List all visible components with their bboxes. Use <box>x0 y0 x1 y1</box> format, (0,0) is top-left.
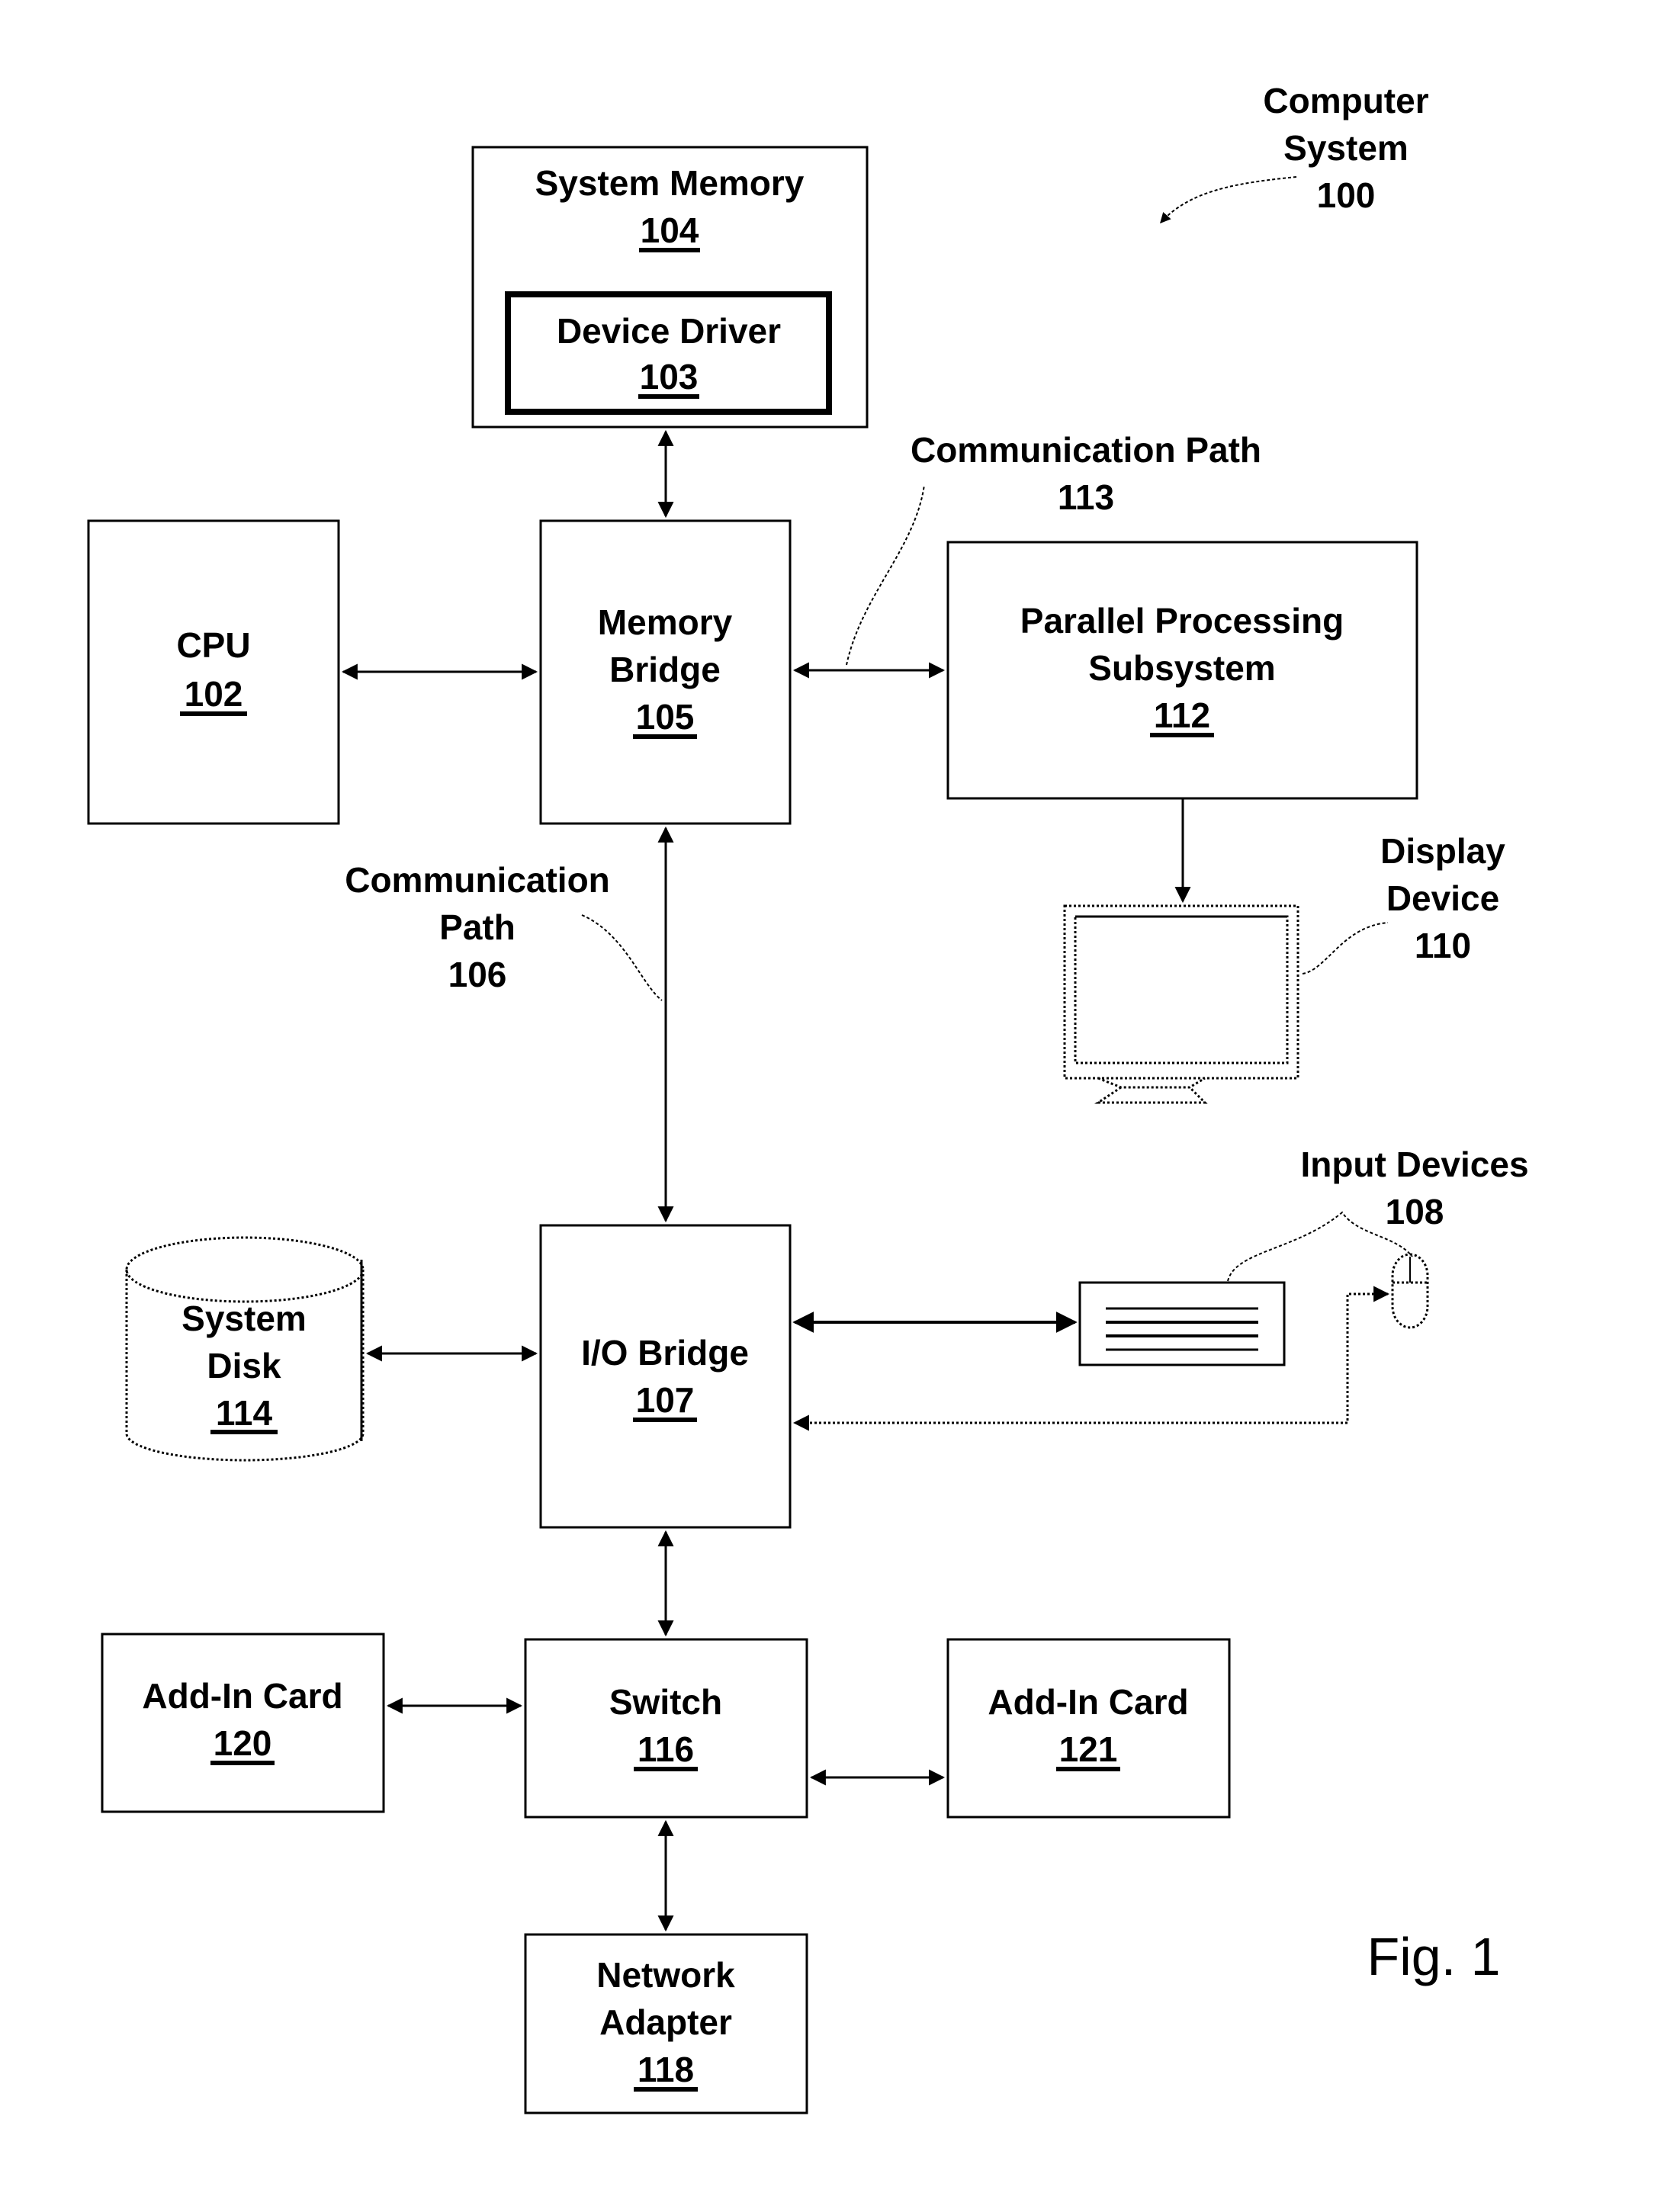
system-disk-top <box>125 1236 365 1303</box>
system-disk-block[interactable]: System Disk 114 <box>125 1236 365 1462</box>
parallel-processing-ref: 112 <box>1154 695 1210 735</box>
io-bridge-box <box>539 1224 792 1529</box>
network-adapter-line-1: Network <box>596 1955 735 1995</box>
display-device-ref: 110 <box>1415 926 1471 965</box>
network-adapter-line-2: Adapter <box>599 2002 732 2042</box>
system-memory-title: System Memory <box>535 163 805 203</box>
system-memory-ref: 104 <box>641 210 699 250</box>
communication-path-106-ref: 106 <box>448 955 507 994</box>
input-devices-ref: 108 <box>1386 1192 1444 1231</box>
communication-path-113-leader <box>846 484 925 666</box>
communication-path-113-ref: 113 <box>1058 477 1114 517</box>
memory-bridge-line-2: Bridge <box>609 650 721 689</box>
add-in-card-120-ref: 120 <box>214 1723 272 1763</box>
keyboard-icon[interactable] <box>1078 1281 1286 1366</box>
parallel-processing-line-1: Parallel Processing <box>1020 601 1344 641</box>
switch-block[interactable]: Switch 116 <box>524 1638 808 1819</box>
computer-system-leader <box>1160 176 1297 224</box>
input-devices-label: Input Devices 108 <box>1300 1145 1528 1231</box>
display-device-line-1: Display <box>1380 831 1505 871</box>
communication-path-113-title: Communication Path <box>911 430 1261 470</box>
communication-path-106-leader <box>581 914 663 1001</box>
computer-system-label: Computer System 100 <box>1160 81 1429 224</box>
system-disk-ref: 114 <box>216 1393 273 1433</box>
monitor-bezel <box>1063 904 1299 1080</box>
system-disk-line-1: System <box>181 1299 307 1338</box>
network-adapter-block[interactable]: Network Adapter 118 <box>524 1933 808 2114</box>
io-bridge-block[interactable]: I/O Bridge 107 <box>539 1224 792 1529</box>
memory-bridge-line-1: Memory <box>598 602 733 642</box>
io-bridge-ref: 107 <box>636 1380 695 1420</box>
monitor-screen <box>1074 915 1289 1064</box>
add-in-card-120-block[interactable]: Add-In Card 120 <box>101 1633 385 1813</box>
cpu-block[interactable]: CPU 102 <box>87 519 340 825</box>
add-in-card-121-box <box>946 1638 1231 1819</box>
mouse-icon[interactable] <box>1391 1253 1429 1329</box>
add-in-card-121-block[interactable]: Add-In Card 121 <box>946 1638 1231 1819</box>
cpu-box <box>87 519 340 825</box>
computer-system-line-1: Computer <box>1263 81 1428 120</box>
display-device-leader <box>1302 922 1389 974</box>
parallel-processing-line-2: Subsystem <box>1088 648 1275 688</box>
computer-system-ref: 100 <box>1317 175 1376 215</box>
io-bridge-title: I/O Bridge <box>581 1333 749 1373</box>
device-driver-ref: 103 <box>640 357 699 397</box>
switch-box <box>524 1638 808 1819</box>
device-driver-title: Device Driver <box>557 311 781 351</box>
switch-title: Switch <box>609 1682 722 1722</box>
communication-path-113-label: Communication Path 113 <box>911 430 1261 517</box>
input-devices-title: Input Devices <box>1300 1145 1528 1184</box>
add-in-card-121-title: Add-In Card <box>988 1682 1188 1722</box>
display-device-label: Display Device 110 <box>1380 831 1505 965</box>
monitor-icon[interactable] <box>1063 904 1299 1104</box>
computer-system-diagram: Computer System 100 System Memory 104 De… <box>87 81 1529 2114</box>
memory-bridge-ref: 105 <box>636 697 695 737</box>
system-disk-line-2: Disk <box>207 1346 281 1385</box>
computer-system-line-2: System <box>1283 128 1409 168</box>
network-adapter-ref: 118 <box>638 2050 694 2089</box>
cpu-title: CPU <box>176 625 250 665</box>
communication-path-106-line-2: Path <box>439 907 516 947</box>
communication-path-106-label: Communication Path 106 <box>345 860 610 994</box>
add-in-card-121-ref: 121 <box>1059 1729 1118 1769</box>
memory-bridge-block[interactable]: Memory Bridge 105 <box>539 519 792 825</box>
device-driver-block[interactable]: Device Driver 103 <box>505 291 832 415</box>
display-device-line-2: Device <box>1386 878 1499 918</box>
add-in-card-120-title: Add-In Card <box>142 1676 342 1716</box>
figure-caption: Fig. 1 <box>1367 1927 1500 1986</box>
cpu-ref: 102 <box>185 674 243 714</box>
monitor-stand <box>1094 1077 1208 1104</box>
parallel-processing-block[interactable]: Parallel Processing Subsystem 112 <box>946 541 1418 800</box>
communication-path-106-line-1: Communication <box>345 860 610 900</box>
switch-ref: 116 <box>638 1729 694 1769</box>
